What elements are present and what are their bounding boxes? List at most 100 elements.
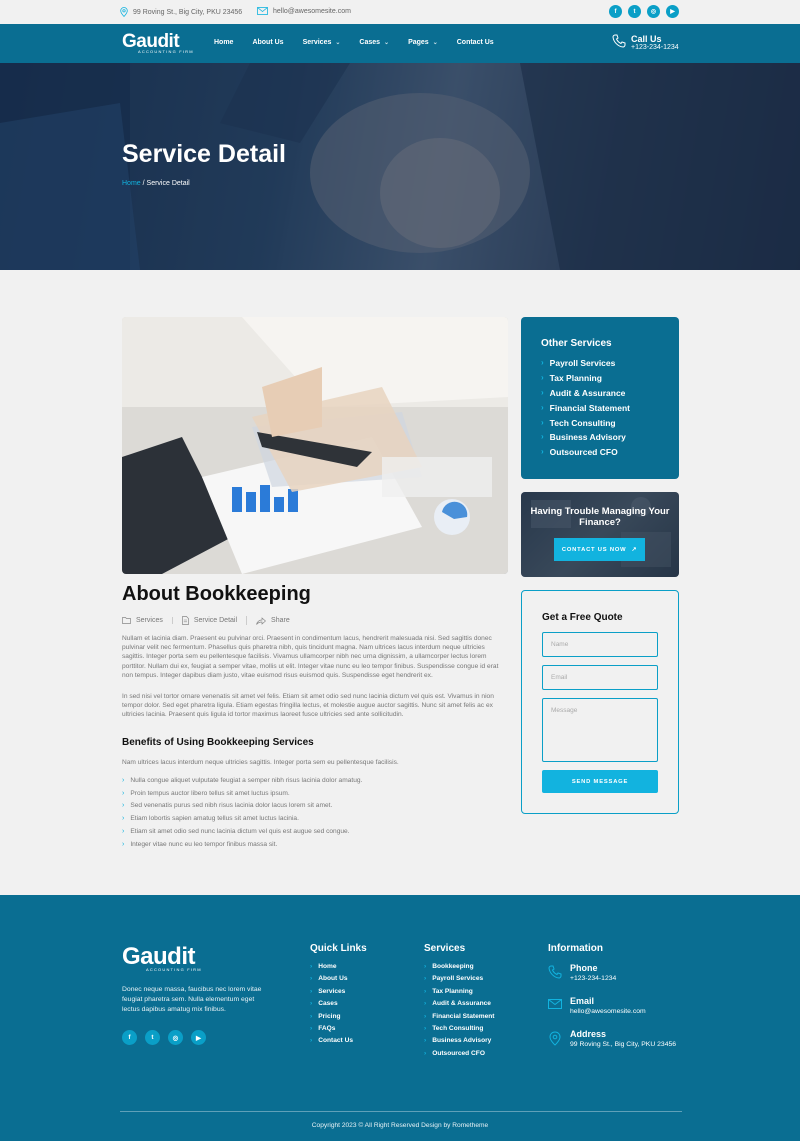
chevron-right-icon: › <box>424 1000 427 1008</box>
service-link-business-advisory[interactable]: › Business Advisory <box>541 432 630 447</box>
footer-service-payroll[interactable]: › Payroll Services <box>424 975 495 987</box>
service-link-payroll[interactable]: › Payroll Services <box>541 358 630 373</box>
service-link-financial-statement[interactable]: › Financial Statement <box>541 403 630 418</box>
list-item: › Etiam sit amet odio sed nunc lacinia di… <box>122 828 350 836</box>
address-value: 99 Roving St., Big City, PKU 23456 <box>570 1041 677 1048</box>
location-pin-icon <box>120 7 128 17</box>
mail-icon <box>548 999 562 1009</box>
footer: Gaudit Accounting Firm Donec neque massa… <box>0 895 800 1141</box>
document-icon <box>181 616 189 625</box>
quote-form: Get a Free Quote Name Email Message SEND… <box>521 590 679 814</box>
twitter-icon[interactable]: t <box>628 5 641 18</box>
footer-service-financial-statement[interactable]: › Financial Statement <box>424 1013 495 1025</box>
article-paragraph-1: Nullam et lacinia diam. Praesent eu pulv… <box>122 635 499 679</box>
nav-item-home[interactable]: Home <box>214 39 233 46</box>
name-field[interactable]: Name <box>542 632 658 657</box>
breadcrumb-home[interactable]: Home <box>122 180 141 187</box>
meta-category[interactable]: Services <box>122 617 173 624</box>
facebook-icon[interactable]: f <box>122 1030 137 1045</box>
footer-brand-tagline: Accounting Firm <box>146 967 202 972</box>
footer-link-home[interactable]: › Home <box>310 963 367 975</box>
list-item: › Etiam lobortis sapien amatug tellus sit… <box>122 815 299 823</box>
footer-service-bookkeeping[interactable]: › Bookkeeping <box>424 963 495 975</box>
meta-page[interactable]: Service Detail <box>181 616 248 625</box>
topbar-address-text: 99 Roving St., Big City, PKU 23456 <box>133 8 243 16</box>
chevron-right-icon: › <box>310 1037 313 1045</box>
chevron-right-icon: › <box>541 402 544 412</box>
chevron-right-icon: › <box>122 789 125 797</box>
footer-service-business-advisory[interactable]: › Business Advisory <box>424 1037 495 1049</box>
chevron-right-icon: › <box>122 802 125 810</box>
chevron-right-icon: › <box>541 387 544 397</box>
phone-icon <box>612 34 626 48</box>
footer-link-faqs[interactable]: › FAQs <box>310 1025 367 1037</box>
chevron-right-icon: › <box>310 975 313 983</box>
nav-item-cases[interactable]: Cases ⌄ <box>359 39 389 46</box>
bookkeeping-photo <box>122 317 508 574</box>
quote-title: Get a Free Quote <box>542 612 623 623</box>
instagram-icon[interactable]: ◎ <box>168 1030 183 1045</box>
chevron-right-icon: › <box>424 987 427 995</box>
footer-info-title: Information <box>548 943 603 954</box>
youtube-icon[interactable]: ▶ <box>666 5 679 18</box>
article-paragraph-2: In sed nisi vel tortor ornare venenatis … <box>122 693 494 719</box>
top-bar: 99 Roving St., Big City, PKU 23456 hello… <box>0 0 800 24</box>
service-link-tax-planning[interactable]: › Tax Planning <box>541 373 630 388</box>
mail-icon <box>257 7 268 15</box>
chevron-right-icon: › <box>424 963 427 970</box>
email-field[interactable]: Email <box>542 665 658 690</box>
chevron-right-icon: › <box>310 1000 313 1008</box>
footer-service-tech-consulting[interactable]: › Tech Consulting <box>424 1025 495 1037</box>
meta-share[interactable]: Share <box>256 616 299 625</box>
twitter-icon[interactable]: t <box>145 1030 160 1045</box>
other-services-panel: Other Services › Payroll Services › Tax Pl… <box>521 317 679 479</box>
service-link-tech-consulting[interactable]: › Tech Consulting <box>541 418 630 433</box>
list-item: › Proin tempus auctor libero tellus sit a… <box>122 789 290 797</box>
nav-item-about-us[interactable]: About Us <box>252 39 283 46</box>
service-link-outsourced-cfo[interactable]: › Outsourced CFO <box>541 447 630 462</box>
benefits-title: Benefits of Using Bookkeeping Services <box>122 737 314 748</box>
nav-menu: Home About Us Services ⌄ Cases ⌄ Pages ⌄ Co… <box>214 39 513 46</box>
footer-service-tax-planning[interactable]: › Tax Planning <box>424 988 495 1000</box>
footer-link-services[interactable]: › Services <box>310 988 367 1000</box>
footer-service-outsourced-cfo[interactable]: › Outsourced CFO <box>424 1050 495 1062</box>
footer-link-contact-us[interactable]: › Contact Us <box>310 1037 367 1049</box>
topbar-email[interactable]: hello@awesomesite.com <box>257 7 351 15</box>
cta-banner: Having Trouble Managing Your Finance? CO… <box>521 492 679 577</box>
footer-link-pricing[interactable]: › Pricing <box>310 1013 367 1025</box>
chevron-right-icon: › <box>122 840 125 848</box>
phone-value: +123-234-1234 <box>570 975 617 982</box>
brand-logo[interactable]: Gaudit Accounting Firm <box>122 32 194 54</box>
footer-service-audit[interactable]: › Audit & Assurance <box>424 1000 495 1012</box>
service-link-audit[interactable]: › Audit & Assurance <box>541 388 630 403</box>
chevron-right-icon: › <box>424 1049 427 1057</box>
send-message-button[interactable]: SEND MESSAGE <box>542 770 658 793</box>
youtube-icon[interactable]: ▶ <box>191 1030 206 1045</box>
contact-us-now-button[interactable]: CONTACT US NOW ↗ <box>554 538 645 561</box>
folder-icon <box>122 617 131 624</box>
facebook-icon[interactable]: f <box>609 5 622 18</box>
footer-link-about-us[interactable]: › About Us <box>310 975 367 987</box>
phone-icon <box>548 965 562 979</box>
instagram-icon[interactable]: ◎ <box>647 5 660 18</box>
nav-item-contact-us[interactable]: Contact Us <box>457 39 494 46</box>
chevron-right-icon: › <box>424 1037 427 1045</box>
cta-overlay <box>521 492 679 577</box>
footer-logo[interactable]: Gaudit Accounting Firm <box>122 945 202 973</box>
chevron-right-icon: › <box>310 1012 313 1020</box>
hero-overlay <box>0 63 800 270</box>
copyright: Copyright 2023 © All Right Reserved Desi… <box>311 1122 489 1129</box>
article-title: About Bookkeeping <box>122 583 311 605</box>
chevron-right-icon: › <box>310 987 313 995</box>
call-us[interactable]: Call Us +123-234-1234 <box>612 34 679 51</box>
nav-item-services[interactable]: Services ⌄ <box>303 39 341 46</box>
footer-information: Information Phone +123-234-1234 Email he… <box>548 943 708 1062</box>
footer-phone[interactable]: Phone +123-234-1234 <box>548 963 708 982</box>
footer-description: Donec neque massa, faucibus nec lorem vi… <box>122 986 262 1014</box>
footer-link-cases[interactable]: › Cases <box>310 1000 367 1012</box>
list-item: › Nulla congue aliquet vulputate feugiat … <box>122 776 363 784</box>
nav-item-pages[interactable]: Pages ⌄ <box>408 39 438 46</box>
benefits-list: › Nulla congue aliquet vulputate feugiat … <box>122 774 362 851</box>
footer-email[interactable]: Email hello@awesomesite.com <box>548 996 708 1015</box>
message-field[interactable]: Message <box>542 698 658 762</box>
